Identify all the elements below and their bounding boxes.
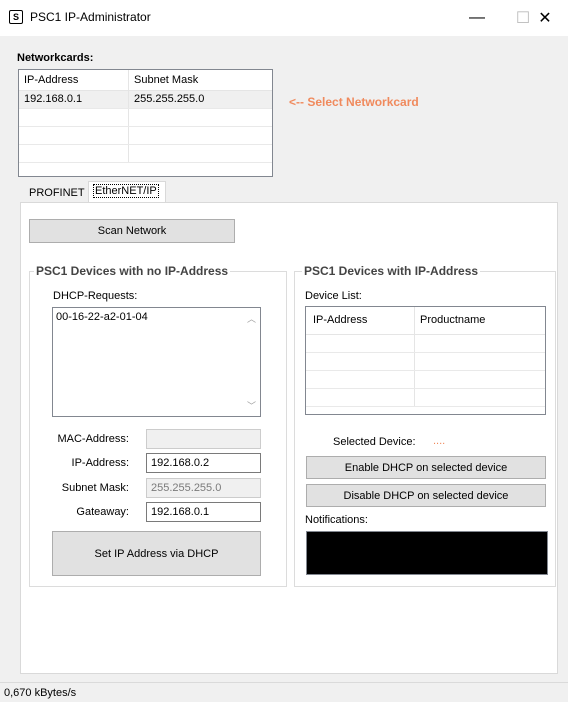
- empty-row: [306, 371, 545, 389]
- subnet-mask-field[interactable]: 255.255.255.0: [146, 478, 261, 498]
- enable-dhcp-button[interactable]: Enable DHCP on selected device: [306, 456, 546, 479]
- set-ip-via-dhcp-button[interactable]: Set IP Address via DHCP: [52, 531, 261, 576]
- select-networkcard-hint: <-- Select Networkcard: [289, 95, 419, 109]
- networkcard-row[interactable]: 192.168.0.1 255.255.255.0: [19, 91, 272, 109]
- title-bar: S PSC1 IP-Administrator — ☐ ✕: [0, 0, 568, 36]
- empty-row: [306, 353, 545, 371]
- minimize-button[interactable]: —: [454, 0, 500, 36]
- throughput-status: 0,670 kBytes/s: [4, 687, 77, 699]
- ip-address-field[interactable]: 192.168.0.2: [146, 453, 261, 473]
- column-ip-address[interactable]: IP-Address: [19, 70, 129, 90]
- column-subnet-mask[interactable]: Subnet Mask: [129, 70, 272, 90]
- close-button[interactable]: ✕: [522, 0, 568, 36]
- networkcard-ip: 192.168.0.1: [19, 91, 129, 108]
- dhcp-request-item[interactable]: 00-16-22-a2-01-04: [56, 311, 148, 323]
- device-list[interactable]: IP-Address Productname: [305, 306, 546, 415]
- notifications-label: Notifications:: [305, 514, 368, 526]
- gateway-label: Gateaway:: [76, 506, 129, 518]
- empty-row: [306, 389, 545, 407]
- device-list-label: Device List:: [305, 290, 362, 302]
- networkcards-header: IP-Address Subnet Mask: [19, 70, 272, 91]
- selected-device-label: Selected Device:: [333, 436, 416, 448]
- empty-row: [306, 335, 545, 353]
- status-bar: 0,670 kBytes/s: [0, 682, 568, 702]
- notifications-box[interactable]: [306, 531, 548, 575]
- networkcards-label: Networkcards:: [17, 52, 94, 64]
- tab-profinet[interactable]: PROFINET: [24, 184, 88, 203]
- app-icon: S: [9, 10, 23, 24]
- ip-address-label: IP-Address:: [71, 457, 129, 469]
- disable-dhcp-button[interactable]: Disable DHCP on selected device: [306, 484, 546, 507]
- scroll-up-icon[interactable]: ︿: [243, 312, 260, 325]
- networkcards-list[interactable]: IP-Address Subnet Mask 192.168.0.1 255.2…: [18, 69, 273, 177]
- dhcp-requests-label: DHCP-Requests:: [53, 290, 138, 302]
- window-title: PSC1 IP-Administrator: [30, 10, 151, 24]
- no-ip-group-title: PSC1 Devices with no IP-Address: [34, 264, 231, 278]
- scroll-down-icon[interactable]: ﹀: [243, 399, 260, 412]
- selected-device-value: ....: [433, 435, 446, 447]
- tab-ethernet-ip-label: EtherNET/IP: [93, 184, 159, 198]
- gateway-field[interactable]: 192.168.0.1: [146, 502, 261, 522]
- device-list-header: IP-Address Productname: [306, 307, 545, 335]
- empty-row: [19, 145, 272, 163]
- ip-group-title: PSC1 Devices with IP-Address: [302, 264, 481, 278]
- mac-address-field[interactable]: [146, 429, 261, 449]
- subnet-mask-label: Subnet Mask:: [61, 482, 129, 494]
- dhcp-requests-list[interactable]: 00-16-22-a2-01-04 ︿ ﹀: [52, 307, 261, 417]
- column-device-ip[interactable]: IP-Address: [306, 307, 415, 334]
- mac-address-label: MAC-Address:: [57, 433, 129, 445]
- empty-row: [19, 109, 272, 127]
- scan-network-button[interactable]: Scan Network: [29, 219, 235, 243]
- column-productname[interactable]: Productname: [415, 307, 545, 334]
- networkcard-mask: 255.255.255.0: [134, 93, 205, 105]
- tab-ethernet-ip[interactable]: EtherNET/IP: [88, 181, 166, 203]
- empty-row: [19, 127, 272, 145]
